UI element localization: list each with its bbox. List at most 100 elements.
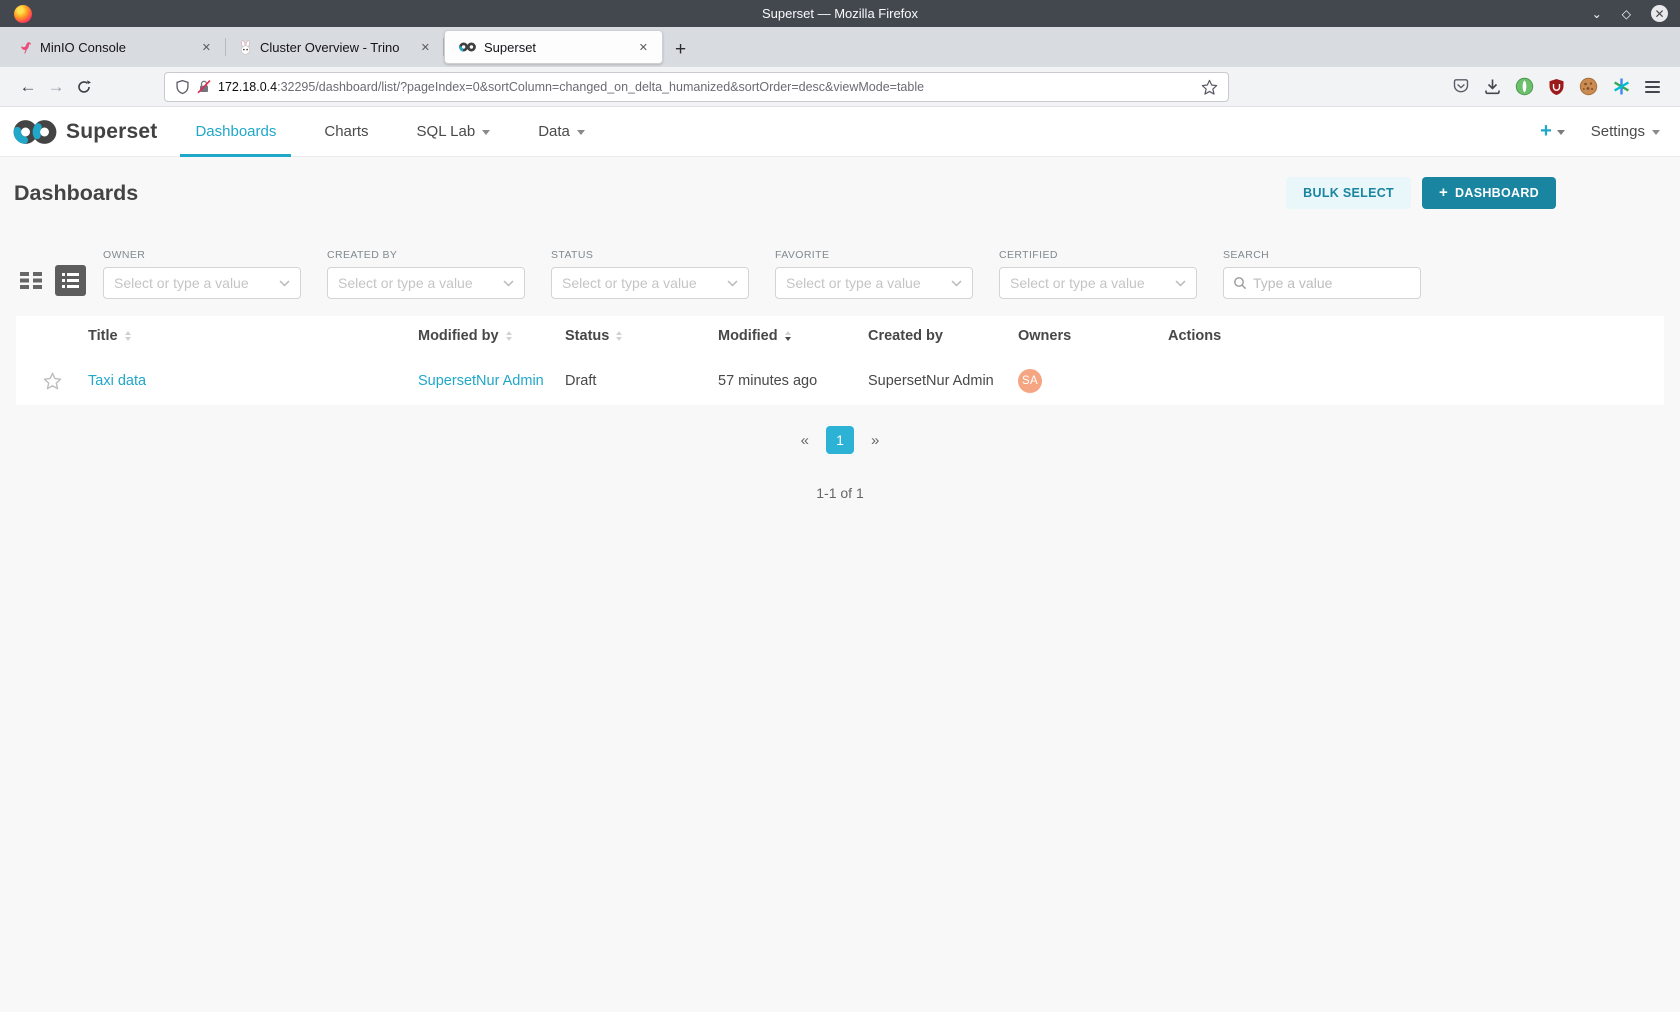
new-item-menu-button[interactable]: + [1540, 120, 1565, 143]
chevron-down-icon [503, 280, 514, 287]
chevron-down-icon [577, 130, 585, 135]
sort-desc-icon [785, 331, 791, 341]
tab-close-icon[interactable]: ✕ [198, 39, 215, 56]
extension-green-icon[interactable] [1515, 77, 1534, 96]
insecure-lock-icon[interactable] [197, 79, 211, 94]
status-cell: Draft [565, 373, 718, 389]
flamingo-icon [20, 40, 32, 55]
filter-label: SEARCH [1223, 249, 1421, 261]
table-row: Taxi data SupersetNur Admin Draft 57 min… [16, 356, 1664, 405]
owner-avatar: SA [1018, 369, 1042, 393]
modified-by-link[interactable]: SupersetNur Admin [418, 373, 544, 389]
extension-asterisk-icon[interactable] [1612, 77, 1631, 96]
new-tab-button[interactable]: + [675, 40, 686, 59]
chevron-down-icon [279, 280, 290, 287]
column-header-modified-by[interactable]: Modified by [418, 328, 565, 344]
column-header-created-by: Created by [868, 328, 1018, 344]
column-header-title[interactable]: Title [88, 328, 418, 344]
dashboards-table: Title Modified by Status Modified Create… [16, 316, 1664, 405]
tab-minio-console[interactable]: MinIO Console ✕ [6, 30, 225, 64]
select-placeholder: Select or type a value [1010, 275, 1175, 291]
column-label: Owners [1018, 328, 1071, 344]
tab-superset[interactable]: Superset ✕ [444, 30, 663, 64]
list-controls: OWNER Select or type a value CREATED BY … [0, 249, 1680, 299]
tab-label: MinIO Console [40, 40, 190, 55]
list-view-icon[interactable] [55, 265, 86, 296]
created-by-cell: SupersetNur Admin [868, 373, 1018, 389]
window-maximize-button[interactable]: ◇ [1622, 8, 1631, 20]
nav-item-sql-lab[interactable]: SQL Lab [406, 107, 502, 157]
superset-navbar: Superset Dashboards Charts SQL Lab Data … [0, 107, 1680, 157]
forward-button[interactable]: → [42, 78, 70, 95]
main-menu: Dashboards Charts SQL Lab Data [171, 107, 608, 157]
window-titlebar: Superset — Mozilla Firefox ⌄ ◇ ✕ [0, 0, 1680, 27]
menu-hamburger-icon[interactable] [1645, 81, 1660, 93]
column-label: Created by [868, 328, 943, 344]
column-header-status[interactable]: Status [565, 328, 718, 344]
created-by-select[interactable]: Select or type a value [327, 267, 525, 299]
new-dashboard-label: DASHBOARD [1455, 186, 1539, 200]
bookmark-star-icon[interactable] [1201, 79, 1218, 95]
nav-label: Data [538, 123, 570, 140]
select-placeholder: Select or type a value [562, 275, 727, 291]
filter-status: STATUS Select or type a value [551, 249, 749, 299]
filter-favorite: FAVORITE Select or type a value [775, 249, 973, 299]
favorite-star-icon[interactable] [43, 372, 62, 390]
superset-logo-icon [12, 117, 58, 147]
back-button[interactable]: ← [14, 78, 42, 95]
pagination-page-1[interactable]: 1 [826, 426, 854, 454]
tab-close-icon[interactable]: ✕ [635, 39, 652, 56]
new-dashboard-button[interactable]: + DASHBOARD [1422, 177, 1556, 209]
search-input[interactable] [1253, 275, 1411, 291]
column-header-actions: Actions [1168, 328, 1664, 344]
window-title: Superset — Mozilla Firefox [0, 6, 1680, 21]
certified-select[interactable]: Select or type a value [999, 267, 1197, 299]
column-label: Status [565, 328, 609, 344]
filter-label: FAVORITE [775, 249, 973, 261]
filter-label: CREATED BY [327, 249, 525, 261]
sort-icon [506, 331, 512, 341]
column-label: Title [88, 328, 118, 344]
favorite-select[interactable]: Select or type a value [775, 267, 973, 299]
window-close-button[interactable]: ✕ [1651, 5, 1668, 22]
cookie-icon[interactable] [1579, 77, 1598, 96]
nav-label: SQL Lab [417, 123, 476, 140]
shield-icon[interactable] [175, 79, 190, 95]
url-text: 172.18.0.4:32295/dashboard/list/?pageInd… [218, 80, 1194, 94]
pocket-icon[interactable] [1452, 78, 1470, 95]
search-icon [1233, 276, 1247, 290]
brand-name: Superset [66, 120, 157, 144]
column-header-modified[interactable]: Modified [718, 328, 868, 344]
select-placeholder: Select or type a value [786, 275, 951, 291]
table-header-row: Title Modified by Status Modified Create… [16, 316, 1664, 356]
pagination: « 1 » [0, 426, 1680, 454]
url-bar[interactable]: 172.18.0.4:32295/dashboard/list/?pageInd… [164, 72, 1229, 102]
nav-item-dashboards[interactable]: Dashboards [184, 107, 287, 157]
tab-close-icon[interactable]: ✕ [417, 39, 434, 56]
nav-item-data[interactable]: Data [527, 107, 596, 157]
modified-cell: 57 minutes ago [718, 373, 868, 389]
owner-select[interactable]: Select or type a value [103, 267, 301, 299]
pagination-prev-button[interactable]: « [795, 432, 815, 449]
download-icon[interactable] [1484, 78, 1501, 95]
plus-icon: + [1540, 120, 1552, 143]
tab-trino[interactable]: Cluster Overview - Trino ✕ [225, 30, 444, 64]
browser-toolbar: ← → 172.18.0.4:32295/dashboard/list/?pag… [0, 67, 1680, 107]
sort-icon [125, 331, 131, 341]
nav-item-charts[interactable]: Charts [313, 107, 379, 157]
dashboard-title-link[interactable]: Taxi data [88, 373, 146, 389]
bulk-select-button[interactable]: BULK SELECT [1286, 177, 1411, 209]
chevron-down-icon [1175, 280, 1186, 287]
window-minimize-button[interactable]: ⌄ [1592, 8, 1602, 20]
pagination-next-button[interactable]: » [865, 432, 885, 449]
ublock-icon[interactable] [1548, 78, 1565, 96]
superset-infinity-icon [459, 41, 476, 53]
column-label: Actions [1168, 328, 1221, 344]
status-select[interactable]: Select or type a value [551, 267, 749, 299]
card-view-icon[interactable] [20, 272, 42, 289]
reload-button[interactable] [70, 79, 98, 95]
filter-search: SEARCH [1223, 249, 1421, 299]
nav-label: Dashboards [195, 123, 276, 140]
superset-brand[interactable]: Superset [12, 117, 157, 147]
settings-menu-button[interactable]: Settings [1591, 123, 1660, 140]
